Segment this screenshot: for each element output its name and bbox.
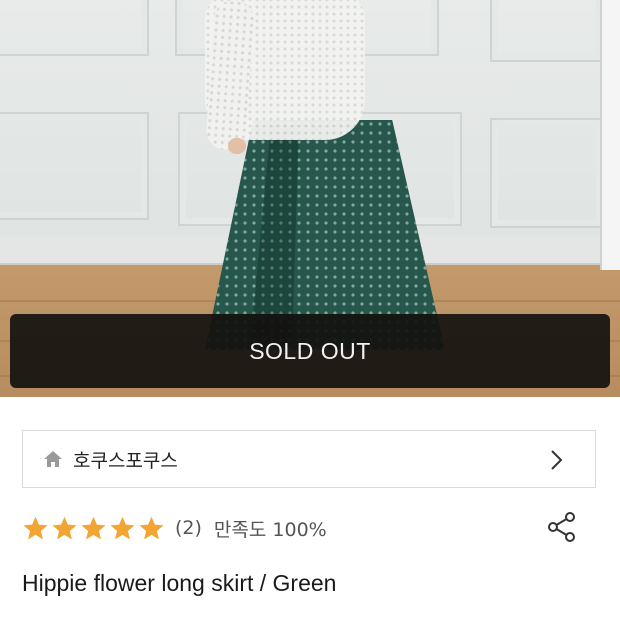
home-icon [43, 449, 63, 469]
sold-out-label: SOLD OUT [249, 337, 371, 364]
share-icon[interactable] [546, 511, 578, 543]
wall-panel [0, 0, 149, 56]
wall-panel [490, 118, 604, 228]
door-frame [600, 0, 620, 270]
star-icon [52, 516, 77, 539]
star-icon [81, 516, 106, 539]
star-icon [23, 516, 48, 539]
sold-out-banner: SOLD OUT [10, 314, 610, 388]
brand-name: 호쿠스포쿠스 [73, 449, 178, 472]
wall-panel [490, 0, 604, 62]
brand-link[interactable]: 호쿠스포쿠스 [22, 430, 596, 488]
star-icon [139, 516, 164, 539]
rating-row[interactable]: (2) 만족도 100% [22, 510, 327, 546]
product-title: Hippie flower long skirt / Green [22, 570, 337, 596]
wall-panel [0, 112, 149, 220]
hand [228, 138, 246, 154]
chevron-right-icon [545, 448, 567, 472]
satisfaction-rate: 만족도 100% [213, 518, 327, 541]
star-rating [22, 515, 167, 542]
review-count: (2) [175, 517, 202, 539]
star-icon [110, 516, 135, 539]
